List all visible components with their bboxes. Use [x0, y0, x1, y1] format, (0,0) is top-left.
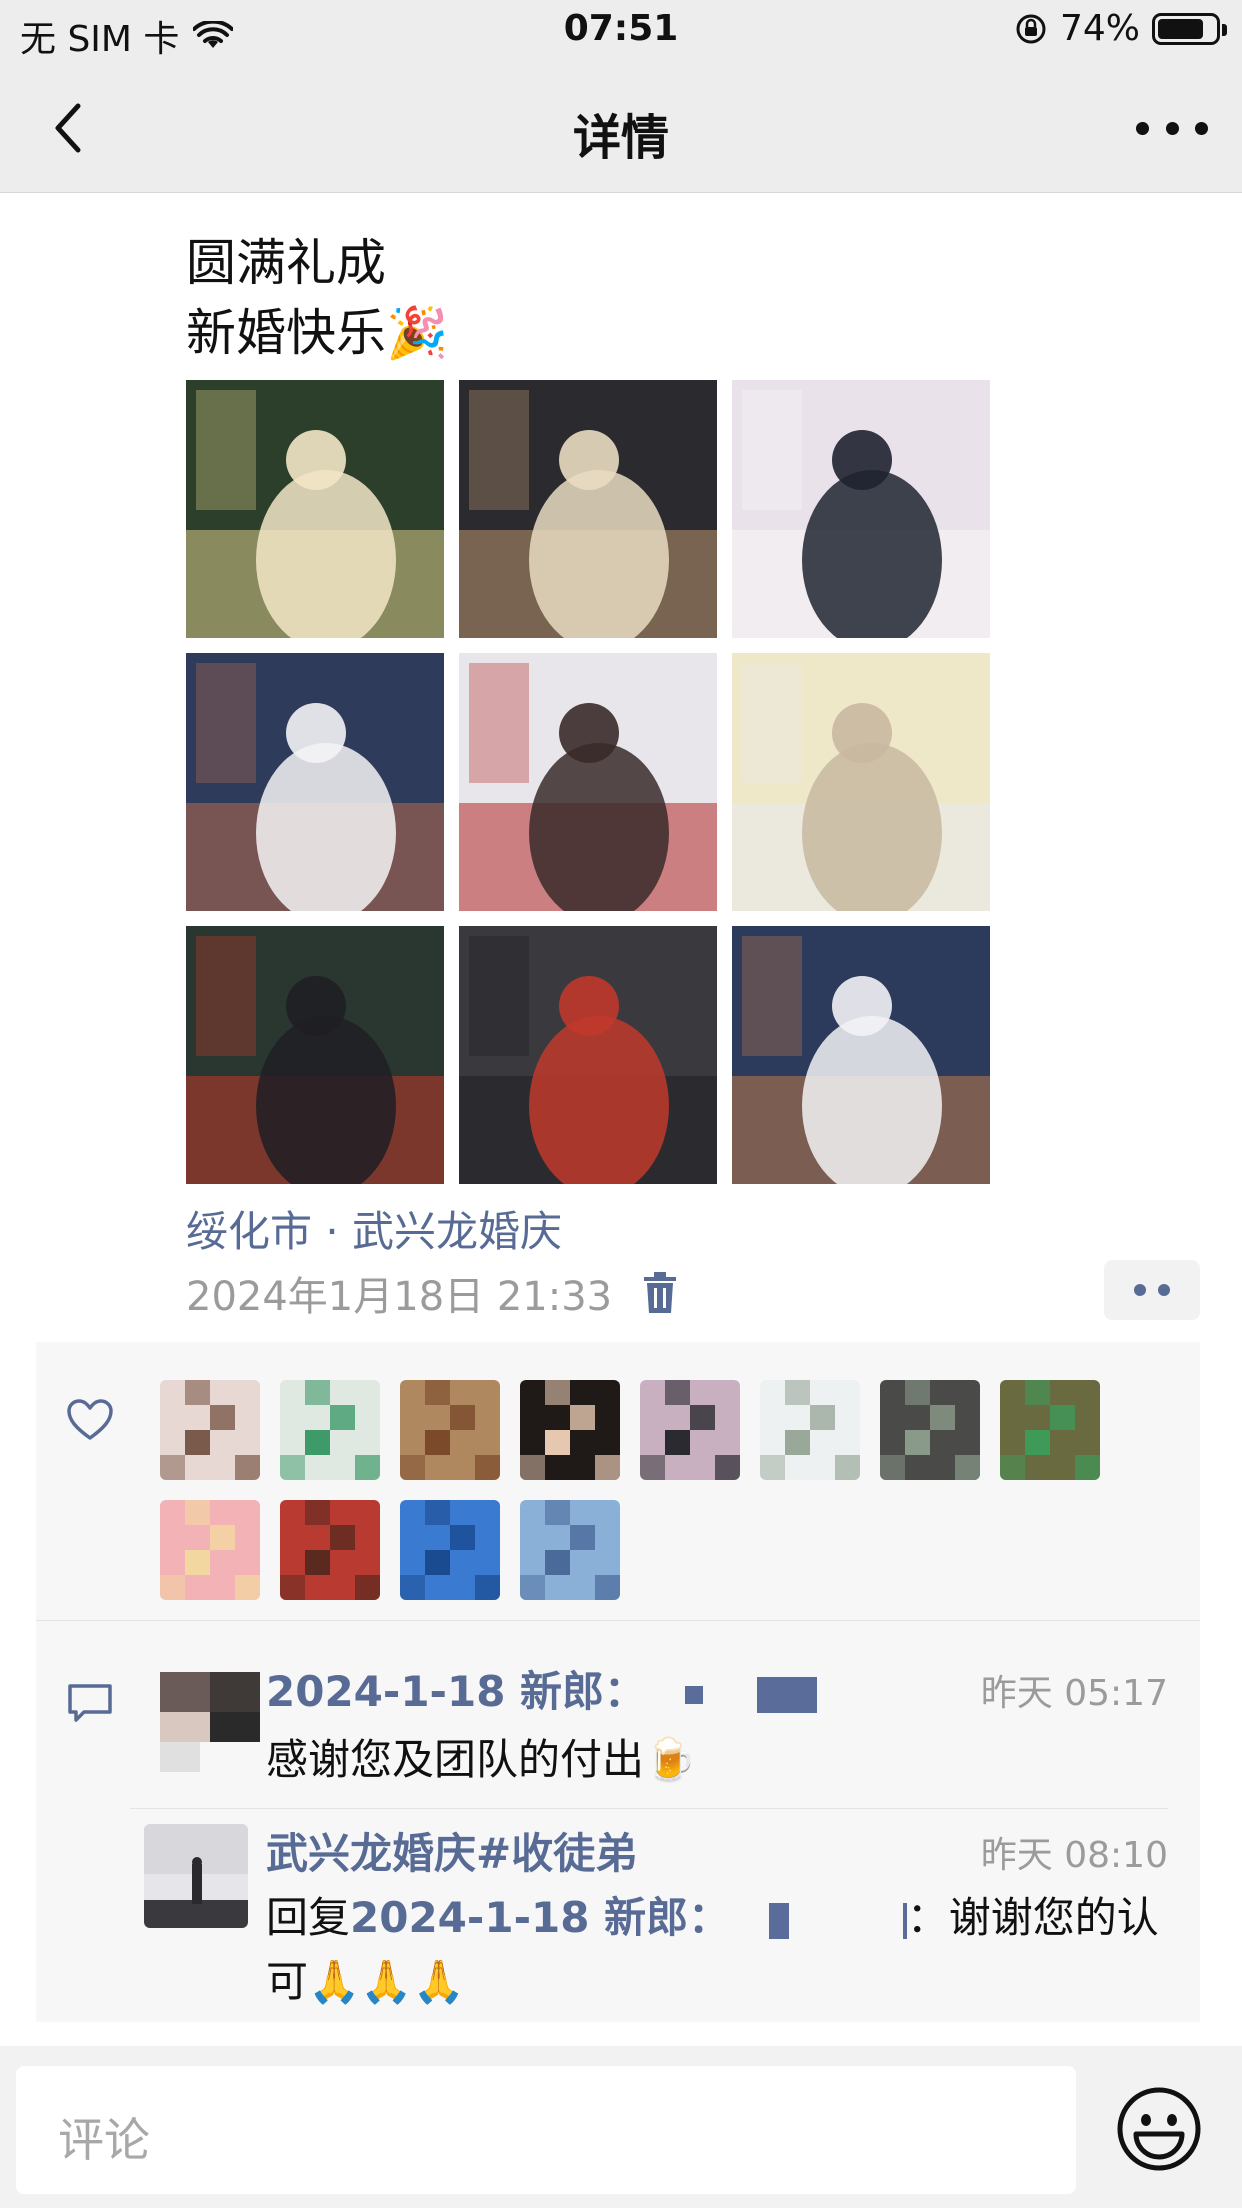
comment-placeholder: 评论 — [58, 2113, 150, 2167]
comment-input[interactable]: 评论 — [16, 2066, 1076, 2194]
comment-text: 感谢您及团队的付出🍺 — [266, 1735, 697, 1784]
nav-bar: 详情 — [0, 64, 1242, 193]
trash-icon[interactable] — [642, 1271, 678, 1315]
post-photo[interactable] — [732, 926, 990, 1184]
comment-time: 昨天 05:17 — [980, 1673, 1168, 1714]
interaction-menu-button[interactable] — [1104, 1260, 1200, 1320]
comment-icon — [68, 1684, 112, 1722]
heart-icon — [67, 1399, 113, 1440]
status-bar: 无 SIM 卡 07:51 74% — [0, 0, 1242, 64]
post-timestamp: 2024年1月18日 21:33 — [186, 1274, 613, 1320]
comment-time: 昨天 08:10 — [980, 1835, 1168, 1876]
comment-author[interactable]: 武兴龙婚庆#收徒弟 — [266, 1820, 637, 1881]
like-avatar[interactable] — [400, 1500, 500, 1600]
comment-avatar[interactable] — [144, 1824, 248, 1928]
emoji-icon[interactable] — [1116, 2086, 1202, 2172]
interaction-panel: 2024-1-18 新郎： 昨天 05:17 感谢您及团队的付出🍺 武兴龙婚庆#… — [36, 1342, 1200, 2022]
likes-list — [160, 1380, 1120, 1600]
like-avatar[interactable] — [520, 1500, 620, 1600]
post-text: 圆满礼成 新婚快乐🎉 — [186, 228, 448, 368]
post-line-2: 新婚快乐🎉 — [186, 304, 449, 362]
post-photo[interactable] — [459, 380, 717, 638]
reply-to-name[interactable]: 2024-1-18 新郎： — [350, 1893, 730, 1942]
post-photo[interactable] — [186, 926, 444, 1184]
like-avatar[interactable] — [1000, 1380, 1100, 1480]
divider — [130, 1808, 1168, 1809]
battery-icon — [1152, 12, 1227, 45]
like-avatar[interactable] — [640, 1380, 740, 1480]
like-avatar[interactable] — [280, 1380, 380, 1480]
photo-grid — [186, 380, 990, 1184]
post-photo[interactable] — [459, 926, 717, 1184]
orientation-lock-icon — [1016, 14, 1046, 43]
divider — [36, 1620, 1200, 1621]
post-line-1: 圆满礼成 — [186, 234, 386, 292]
page-title: 详情 — [572, 110, 669, 166]
post-photo[interactable] — [186, 380, 444, 638]
post-photo[interactable] — [732, 653, 990, 911]
comment-avatar[interactable] — [160, 1672, 260, 1772]
comment-author[interactable]: 2024-1-18 新郎： — [266, 1658, 818, 1719]
like-avatar[interactable] — [160, 1500, 260, 1600]
post-photo[interactable] — [732, 380, 990, 638]
like-avatar[interactable] — [400, 1380, 500, 1480]
like-avatar[interactable] — [760, 1380, 860, 1480]
like-avatar[interactable] — [880, 1380, 980, 1480]
status-right: 74% — [1014, 8, 1227, 49]
post-photo[interactable] — [186, 653, 444, 911]
location-link[interactable]: 绥化市 · 武兴龙婚庆 — [186, 1198, 562, 1259]
like-avatar[interactable] — [280, 1500, 380, 1600]
post-photo[interactable] — [459, 653, 717, 911]
comment-bar: 评论 — [0, 2046, 1242, 2208]
like-avatar[interactable] — [160, 1380, 260, 1480]
reply-text: 回复2024-1-18 新郎： ：谢谢您的认可🙏🙏🙏 — [266, 1893, 1159, 2006]
more-options-button[interactable] — [1136, 106, 1208, 150]
post-meta: 2024年1月18日 21:33 — [186, 1264, 678, 1322]
battery-percent: 74% — [1059, 8, 1140, 49]
like-avatar[interactable] — [520, 1380, 620, 1480]
